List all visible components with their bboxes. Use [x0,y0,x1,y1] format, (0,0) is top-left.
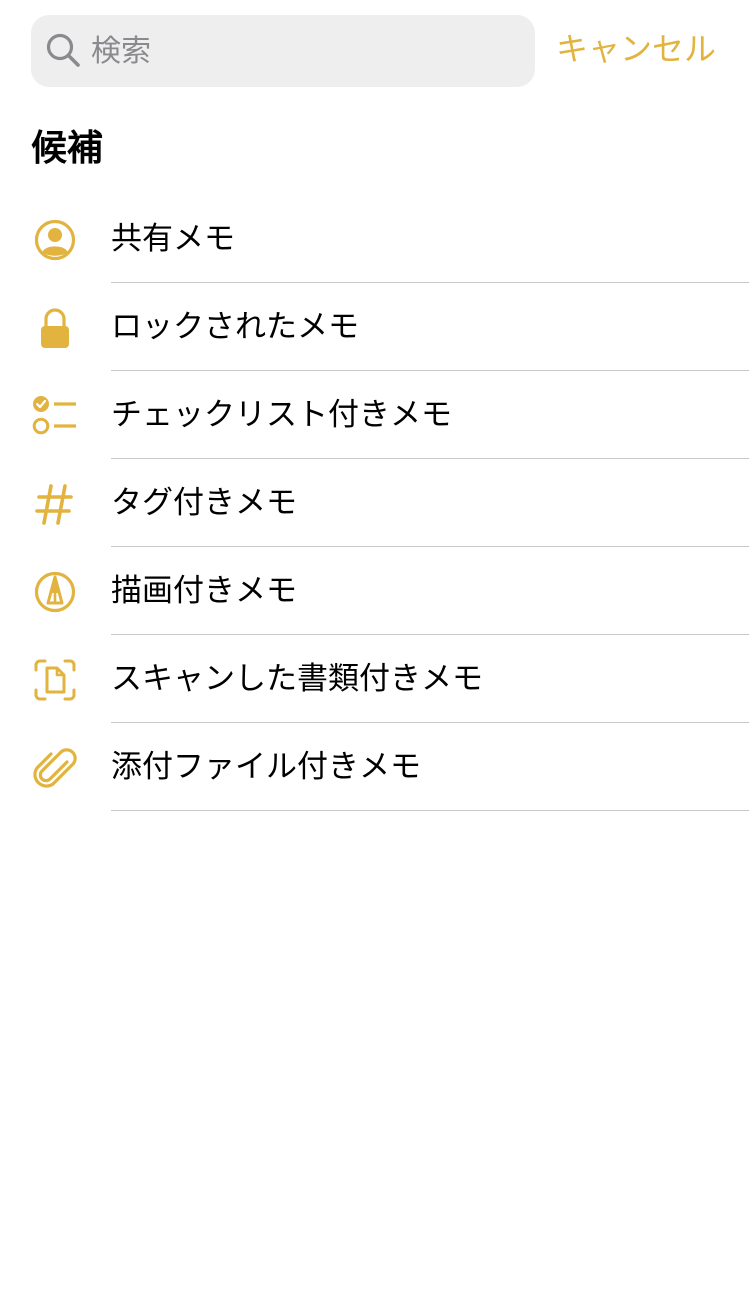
search-box[interactable] [31,15,535,87]
suggestion-label: ロックされたメモ [111,309,359,345]
suggestion-scanned-document-notes[interactable]: スキャンした書類付きメモ [0,635,749,723]
suggestion-label: タグ付きメモ [111,485,297,521]
search-input[interactable] [91,15,521,87]
person-circle-icon [34,219,76,261]
suggestion-checklist-notes[interactable]: チェックリスト付きメモ [0,371,749,459]
checklist-icon [32,396,76,435]
suggestion-locked-notes[interactable]: ロックされたメモ [0,283,749,371]
suggestion-label: 共有メモ [111,221,235,257]
search-icon [46,33,80,67]
cancel-button[interactable]: キャンセル [556,27,716,71]
paperclip-icon [33,748,77,788]
row-divider [111,810,749,811]
suggestion-list: 共有メモ ロックされたメモ チェックリスト付きメモ タグ付きメモ 描画付きメモ … [0,195,749,811]
suggestion-tagged-notes[interactable]: タグ付きメモ [0,459,749,547]
pen-tip-circle-icon [34,571,76,613]
suggestion-label: 添付ファイル付きメモ [111,749,421,785]
lock-icon [41,308,69,348]
search-bar-area: キャンセル [0,0,749,100]
hashtag-icon [35,484,73,525]
suggestion-label: スキャンした書類付きメモ [111,661,483,697]
suggestion-attachment-notes[interactable]: 添付ファイル付きメモ [0,723,749,811]
suggestion-shared-notes[interactable]: 共有メモ [0,195,749,283]
suggestion-label: 描画付きメモ [111,573,297,609]
suggestion-drawing-notes[interactable]: 描画付きメモ [0,547,749,635]
section-title: 候補 [31,128,104,169]
document-scan-icon [34,659,76,701]
suggestion-label: チェックリスト付きメモ [111,397,452,433]
